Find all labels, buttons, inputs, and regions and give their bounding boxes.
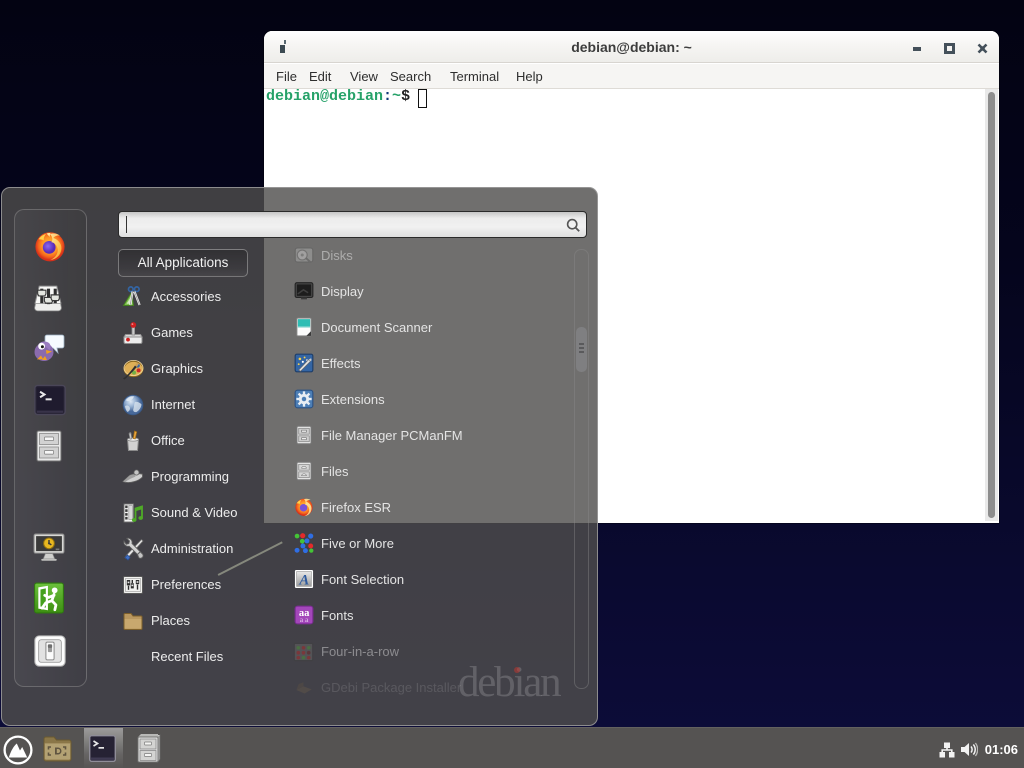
- svg-text:A: A: [298, 572, 309, 588]
- svg-text:a a: a a: [300, 615, 309, 624]
